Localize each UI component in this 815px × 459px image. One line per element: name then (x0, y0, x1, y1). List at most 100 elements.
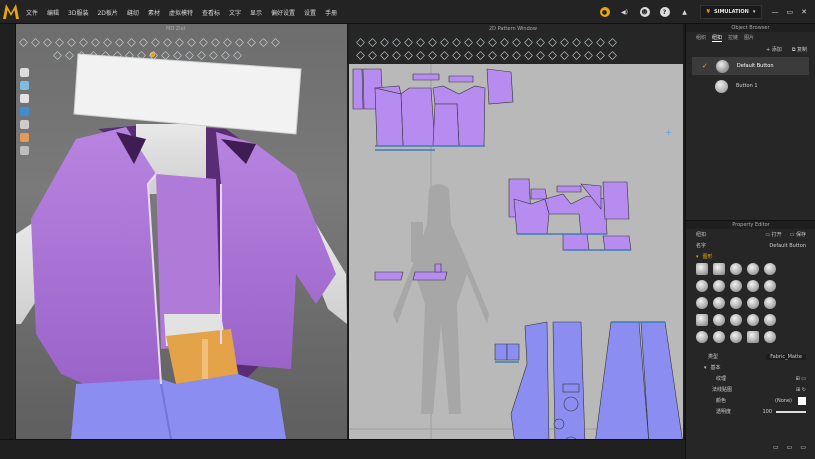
cut-2d-icon[interactable] (511, 50, 520, 59)
speaker-icon[interactable]: ◀) (620, 7, 630, 17)
menu-settings[interactable]: 设置 (304, 8, 316, 17)
check-sewing-icon[interactable] (511, 37, 520, 46)
shape-plain-c-icon[interactable] (747, 297, 759, 309)
duplicate-icon[interactable] (523, 50, 532, 59)
hide-2d-icon[interactable] (415, 50, 424, 59)
list-view-icon[interactable]: ▭ (787, 444, 793, 451)
button-2d-icon[interactable] (547, 50, 556, 59)
opacity-slider[interactable] (776, 410, 806, 413)
shape-4hole-round-icon[interactable] (730, 263, 742, 275)
sim-icon[interactable] (439, 50, 448, 59)
shape-plain-d-icon[interactable] (764, 297, 776, 309)
shape-round-a-icon[interactable] (730, 314, 742, 326)
shape-4hole-d-icon[interactable] (747, 280, 759, 292)
minimize-icon[interactable]: — (772, 8, 779, 16)
unfold-2d-icon[interactable] (499, 50, 508, 59)
zipper-2d-icon[interactable] (583, 50, 592, 59)
shape-4hole-square-icon[interactable] (696, 263, 708, 275)
menu-avatar[interactable]: 虚拟模特 (169, 8, 193, 17)
shape-4hole-rounded-icon[interactable] (713, 263, 725, 275)
ruler-icon[interactable] (607, 37, 616, 46)
open-button[interactable]: ▭ 打开 (765, 231, 781, 238)
viewport-2d[interactable]: 2D Pattern Window + (349, 24, 683, 439)
menu-display[interactable]: 显示 (250, 8, 262, 17)
clothes-icon[interactable]: ▲ (680, 7, 690, 17)
symmetric-icon[interactable] (463, 50, 472, 59)
mirror-icon[interactable] (391, 50, 400, 59)
shape-4hole-e-icon[interactable] (764, 280, 776, 292)
pattern-canvas[interactable]: + (349, 64, 683, 439)
menu-edit[interactable]: 编辑 (47, 8, 59, 17)
shape-square-icon[interactable] (696, 314, 708, 326)
texture-buttons-icon[interactable]: ⊞ ▭ (795, 376, 806, 382)
lock-2d-icon[interactable] (403, 50, 412, 59)
grid-view-icon[interactable]: ▭ (773, 444, 779, 451)
shape-hex-icon[interactable] (764, 331, 776, 343)
graphic-2d-icon[interactable] (535, 37, 544, 46)
fabric-icon[interactable] (427, 50, 436, 59)
shape-snap-icon[interactable] (730, 331, 742, 343)
shape-4hole-b-icon[interactable] (713, 280, 725, 292)
notch-icon[interactable] (547, 37, 556, 46)
tab-zipper[interactable]: 拉链 (728, 34, 738, 42)
close-icon[interactable]: ✕ (801, 8, 807, 16)
menu-preferences[interactable]: 偏好设置 (271, 8, 295, 17)
snap-icon[interactable] (379, 50, 388, 59)
shape-round-b-icon[interactable] (747, 314, 759, 326)
zoom-icon[interactable] (355, 50, 364, 59)
shape-4hole-c-icon[interactable] (730, 280, 742, 292)
polygon-icon[interactable] (403, 37, 412, 46)
ellipse-icon[interactable] (427, 37, 436, 46)
shrinkage-icon[interactable] (595, 50, 604, 59)
collapse-icon[interactable]: ▾ (704, 365, 707, 371)
simulation-mode-select[interactable]: ¥ SIMULATION ▾ (699, 5, 762, 19)
help-icon[interactable]: ? (659, 7, 670, 17)
fit-icon[interactable] (367, 50, 376, 59)
internal-polygon-icon[interactable] (439, 37, 448, 46)
object-item-default-button[interactable]: ✓ Default Button (692, 57, 809, 75)
viewport-3d[interactable]: MD Ziet (16, 24, 347, 439)
arrange-2d-icon[interactable] (535, 50, 544, 59)
shape-4hole-a-icon[interactable] (696, 280, 708, 292)
trace-icon[interactable] (475, 37, 484, 46)
free-sewing-icon[interactable] (499, 37, 508, 46)
dart-icon[interactable] (463, 37, 472, 46)
transform-pattern-icon[interactable] (355, 37, 364, 46)
menu-text[interactable]: 文字 (229, 8, 241, 17)
tab-fabric[interactable]: 组织 (696, 34, 706, 42)
normal-map-buttons-icon[interactable]: ⊞ ↻ (796, 387, 806, 393)
rectangle-icon[interactable] (415, 37, 424, 46)
pleat-icon[interactable] (559, 37, 568, 46)
opacity-value[interactable]: 100 (762, 409, 772, 415)
collapse-icon[interactable]: ▾ (696, 254, 699, 260)
edit-curvature-icon[interactable] (379, 37, 388, 46)
menu-manual[interactable]: 手册 (325, 8, 337, 17)
maximize-icon[interactable]: ▭ (787, 8, 794, 16)
color-swatch[interactable] (798, 396, 806, 405)
record-icon[interactable]: ● (599, 7, 610, 17)
add-button[interactable]: + 添加 (766, 46, 782, 53)
more-tools-icon[interactable] (607, 50, 616, 59)
save-button[interactable]: ▭ 保存 (790, 231, 806, 238)
menu-3d-garment[interactable]: 3D服装 (68, 8, 88, 17)
shape-2hole-icon[interactable] (696, 297, 708, 309)
select-button-icon[interactable] (571, 50, 580, 59)
buttonhole-icon[interactable] (559, 50, 568, 59)
name-field[interactable]: Default Button (769, 243, 806, 249)
offset-icon[interactable] (475, 50, 484, 59)
shape-round-c-icon[interactable] (764, 314, 776, 326)
tab-graphic[interactable]: 图片 (744, 34, 754, 42)
object-item-button-1[interactable]: Button 1 (692, 77, 809, 95)
shape-4hole-flat-icon[interactable] (764, 263, 776, 275)
shape-oval-icon[interactable] (713, 314, 725, 326)
avatar-render[interactable] (16, 24, 347, 439)
texture-2d-icon[interactable] (523, 37, 532, 46)
grain-icon[interactable] (583, 37, 592, 46)
person-icon[interactable]: ☻ (639, 7, 650, 17)
seam-allowance-icon[interactable] (571, 37, 580, 46)
shape-plain-b-icon[interactable] (730, 297, 742, 309)
add-point-icon[interactable] (391, 37, 400, 46)
shape-diamond-icon[interactable] (747, 331, 759, 343)
tab-button[interactable]: 纽扣 (712, 34, 723, 42)
merge-icon[interactable] (487, 50, 496, 59)
